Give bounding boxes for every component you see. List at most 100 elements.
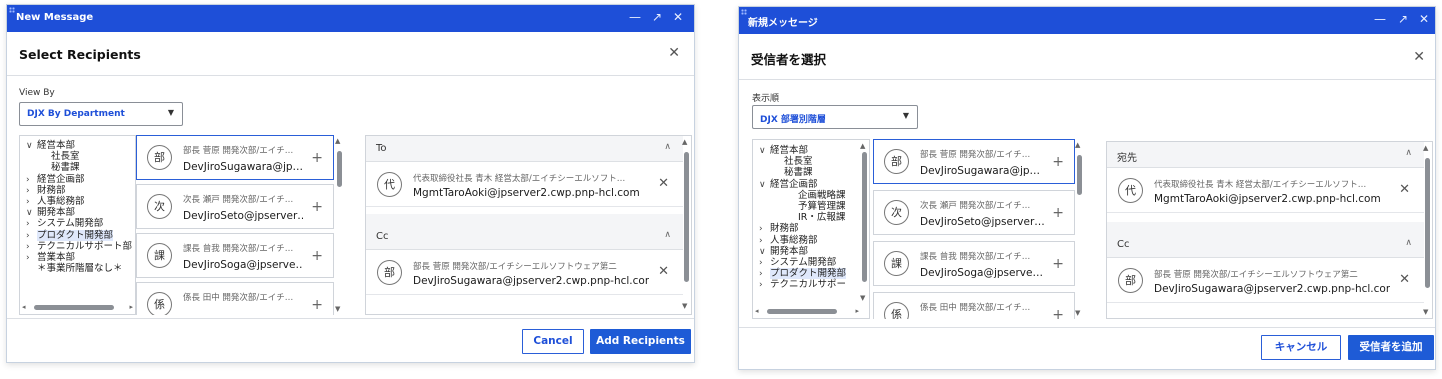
scroll-up-icon[interactable]: ▲ (860, 142, 865, 150)
scroll-thumb[interactable] (862, 152, 867, 282)
candidate-card[interactable]: 係 係長 田中 開発次部/エイチ… + (136, 282, 334, 315)
candidate-card[interactable]: 次 次長 瀬戸 開発次部/エイチ… DevJiroSeto@jpserver… + (136, 184, 334, 229)
window-titlebar[interactable]: 新規メッセージ — ↗ ✕ (739, 7, 1435, 34)
chevron-down-icon[interactable]: ∨ (759, 180, 770, 191)
candidate-card[interactable]: 部 部長 菅原 開発次部/エイチ… DevJiroSugawara@jp… + (136, 135, 334, 180)
candidate-card[interactable]: 課 課長 曾我 開発次部/エイチ… DevJiroSoga@jpserve… + (873, 241, 1075, 286)
add-recipients-button[interactable]: 受信者を追加 (1348, 335, 1434, 360)
cancel-button[interactable]: Cancel (522, 329, 584, 354)
tree-item-label: 社長室 (51, 151, 80, 163)
plus-icon[interactable]: + (311, 248, 323, 264)
recipients-scrollbar[interactable]: ▲ ▼ (1423, 144, 1431, 316)
minimize-icon[interactable]: — (1373, 12, 1387, 26)
tree-item[interactable]: 秘書課 (40, 162, 80, 173)
tree-item[interactable]: 社長室 (773, 156, 813, 167)
cc-section-header[interactable]: Cc ∧ (366, 224, 683, 250)
recipient-email: DevJiroSugawara@jpserver2.cwp.pnp-hcl.co… (1154, 283, 1390, 295)
scroll-thumb[interactable] (767, 309, 837, 314)
plus-icon[interactable]: + (1052, 205, 1064, 221)
remove-icon[interactable]: ✕ (658, 176, 669, 191)
tree-item[interactable]: › 財務部 (26, 185, 66, 197)
window-titlebar[interactable]: New Message — ↗ ✕ (7, 5, 694, 32)
scroll-right-icon[interactable]: ▸ (129, 303, 133, 311)
chevron-down-icon[interactable]: ∨ (759, 146, 770, 157)
view-by-dropdown[interactable]: DJX By Department ▼ (19, 102, 183, 126)
to-section-header[interactable]: 宛先 ∧ (1107, 142, 1424, 168)
tree-horizontal-scrollbar[interactable]: ◂ ▸ (755, 307, 859, 316)
plus-icon[interactable]: + (311, 150, 323, 166)
divider (7, 75, 694, 76)
scroll-left-icon[interactable]: ◂ (22, 303, 26, 311)
plus-icon[interactable]: + (311, 199, 323, 215)
scroll-thumb[interactable] (684, 152, 689, 282)
plus-icon[interactable]: + (1052, 154, 1064, 170)
chevron-right-icon[interactable]: › (759, 280, 770, 291)
tree-item[interactable]: › 人事総務部 (759, 235, 818, 247)
remove-icon[interactable]: ✕ (658, 264, 669, 279)
to-section-header[interactable]: To ∧ (366, 136, 683, 162)
add-recipients-button[interactable]: Add Recipients (590, 329, 691, 354)
tree-item[interactable]: 社長室 (40, 151, 80, 162)
avatar: 部 (1118, 268, 1143, 293)
scroll-up-icon[interactable]: ▲ (682, 138, 687, 146)
tree-item[interactable]: › 経営企画部 (26, 174, 85, 186)
tree-item[interactable]: ∨ 経営企画部 (759, 179, 818, 191)
candidate-email: DevJiroSeto@jpserver… (183, 210, 303, 222)
tree-item[interactable]: › テクニカルサポート部 (26, 241, 132, 253)
cc-section-header[interactable]: Cc ∧ (1107, 232, 1424, 258)
tree-item[interactable]: ＊事業所階層なし＊ (26, 263, 123, 274)
chevron-up-icon[interactable]: ∧ (1405, 148, 1412, 158)
scroll-down-icon[interactable]: ▼ (1075, 309, 1080, 317)
scroll-thumb[interactable] (337, 151, 342, 187)
chevron-down-icon[interactable]: ∨ (26, 141, 37, 152)
tree-item[interactable]: 企画戦略課 (787, 190, 846, 201)
tree-item[interactable]: 予算管理課 (787, 201, 846, 212)
scroll-down-icon[interactable]: ▼ (335, 305, 340, 313)
plus-icon[interactable]: + (1052, 307, 1064, 319)
scroll-right-icon[interactable]: ▸ (855, 307, 859, 315)
scroll-up-icon[interactable]: ▲ (1423, 144, 1428, 152)
tree-horizontal-scrollbar[interactable]: ◂ ▸ (22, 303, 133, 312)
close-icon[interactable]: ✕ (1417, 12, 1431, 26)
expand-icon[interactable]: ↗ (650, 10, 664, 24)
candidate-scrollbar[interactable]: ▲ ▼ (1075, 141, 1083, 317)
candidate-card[interactable]: 部 部長 菅原 開発次部/エイチ… DevJiroSugawara@jp… + (873, 139, 1075, 184)
close-icon[interactable]: ✕ (671, 10, 685, 24)
scroll-down-icon[interactable]: ▼ (860, 294, 865, 302)
tree-item[interactable]: › テクニカルサポー (759, 279, 846, 291)
expand-icon[interactable]: ↗ (1396, 12, 1410, 26)
candidate-card[interactable]: 次 次長 瀬戸 開発次部/エイチ… DevJiroSeto@jpserver… + (873, 190, 1075, 235)
dialog-close-icon[interactable]: ✕ (1413, 49, 1425, 65)
candidate-card[interactable]: 係 係長 田中 開発次部/エイチ… + (873, 292, 1075, 319)
scroll-up-icon[interactable]: ▲ (335, 137, 340, 145)
dialog-close-icon[interactable]: ✕ (668, 45, 680, 61)
recipients-scrollbar[interactable]: ▲ ▼ (682, 138, 690, 310)
chevron-up-icon[interactable]: ∧ (664, 142, 671, 152)
plus-icon[interactable]: + (311, 297, 323, 313)
cancel-button[interactable]: キャンセル (1261, 335, 1341, 360)
scroll-thumb[interactable] (1077, 155, 1082, 195)
tree-item[interactable]: 秘書課 (773, 167, 813, 178)
candidate-card[interactable]: 課 課長 曾我 開発次部/エイチ… DevJiroSoga@jpserve… + (136, 233, 334, 278)
tree-item[interactable]: › プロダクト開発部 (26, 229, 114, 242)
view-by-dropdown[interactable]: DJX 部署別階層 ▼ (752, 105, 918, 129)
tree-item[interactable]: › 財務部 (759, 223, 799, 235)
scroll-up-icon[interactable]: ▲ (1075, 141, 1080, 149)
plus-icon[interactable]: + (1052, 256, 1064, 272)
tree-item[interactable]: › システム開発部 (26, 218, 103, 230)
scroll-thumb[interactable] (34, 305, 114, 310)
tree-item[interactable]: ∨ 開発本部 (759, 246, 808, 258)
scroll-thumb[interactable] (1425, 158, 1430, 288)
chevron-up-icon[interactable]: ∧ (664, 230, 671, 240)
scroll-left-icon[interactable]: ◂ (755, 307, 759, 315)
candidate-scrollbar[interactable]: ▲ ▼ (335, 137, 343, 313)
tree-vertical-scrollbar[interactable]: ▲ ▼ (860, 142, 868, 302)
remove-icon[interactable]: ✕ (1399, 272, 1410, 287)
scroll-down-icon[interactable]: ▼ (682, 302, 687, 310)
remove-icon[interactable]: ✕ (1399, 182, 1410, 197)
tree-item[interactable]: › プロダクト開発部 (759, 268, 847, 280)
minimize-icon[interactable]: — (628, 10, 642, 24)
chevron-up-icon[interactable]: ∧ (1405, 238, 1412, 248)
scroll-down-icon[interactable]: ▼ (1423, 308, 1428, 316)
tree-item[interactable]: IR・広報課 (787, 212, 845, 223)
